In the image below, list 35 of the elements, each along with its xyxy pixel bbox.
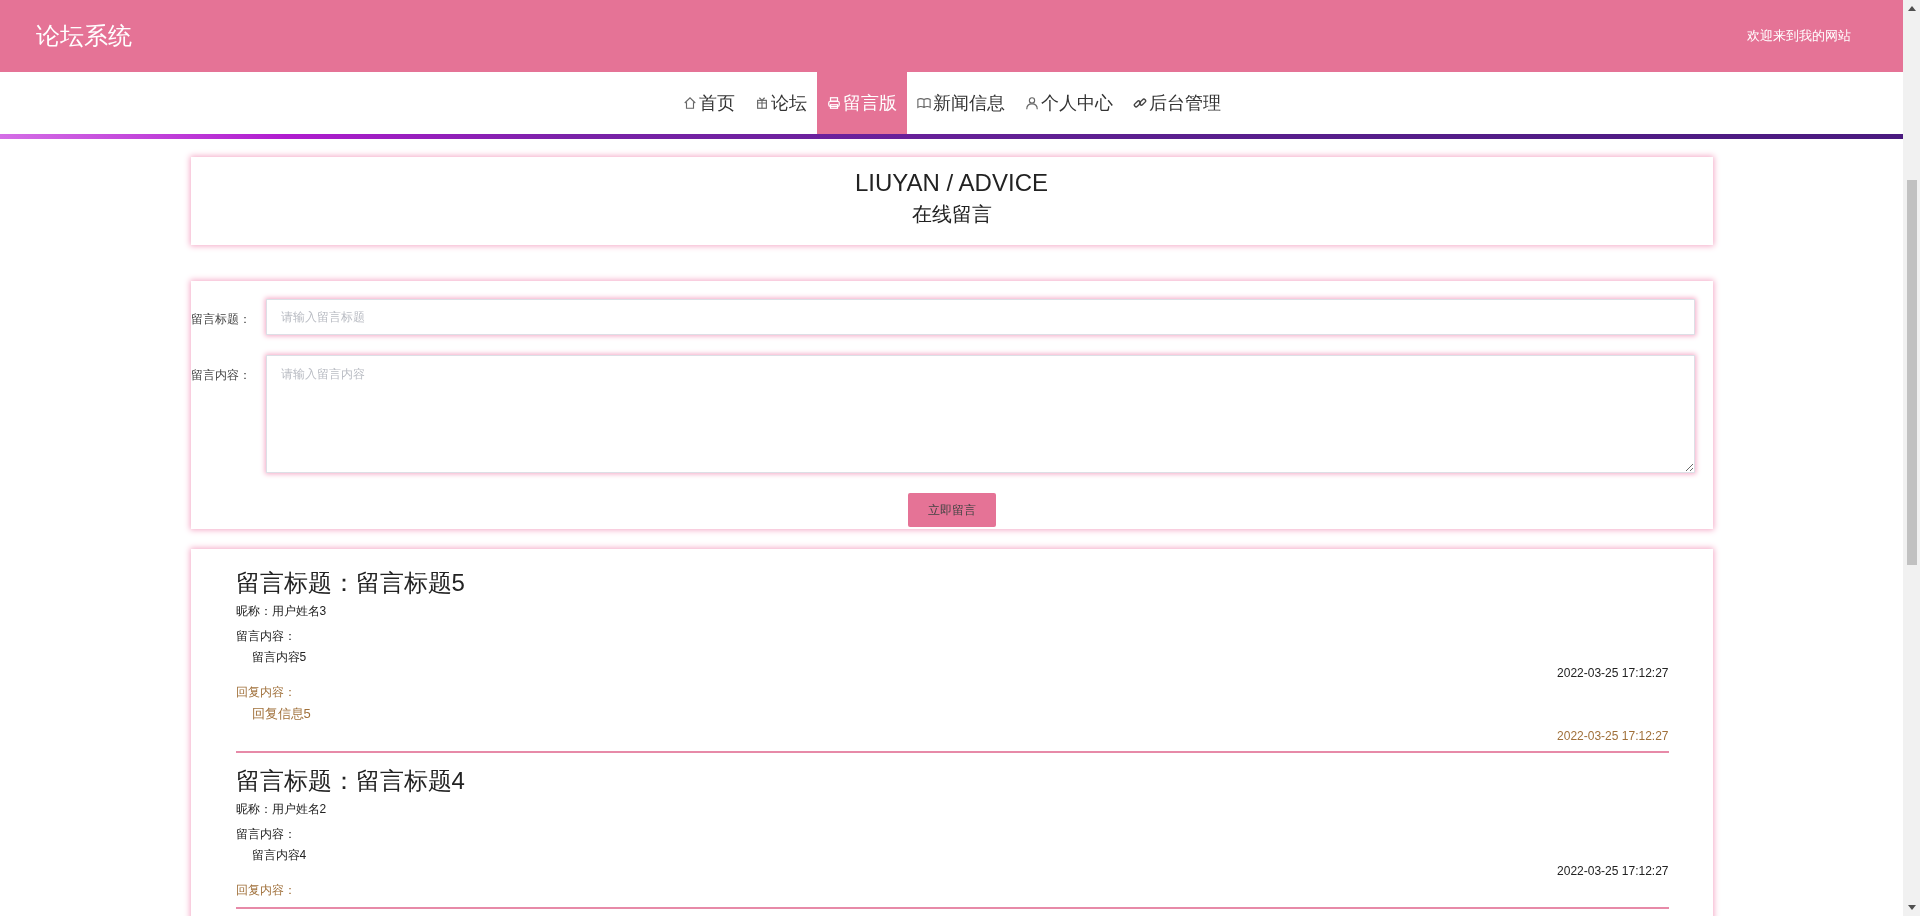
home-icon [682,96,697,110]
content-textarea[interactable]: 请输入留言内容 [265,355,1695,473]
gift-icon [754,96,769,110]
reply-content: 回复信息5 [250,705,312,723]
nav-tab[interactable]: 论坛 [744,72,817,134]
message-title: 留言标题：留言标题5 [235,568,466,598]
nav-tab[interactable]: 新闻信息 [906,72,1015,134]
nickname: 昵称：用户姓名2 [235,801,328,818]
content-label: 留言内容： [235,826,297,843]
reply-time: 2022-03-25 17:12:27 [1557,729,1669,743]
submit-button[interactable]: 立即留言 [907,493,996,527]
banner-subtitle: 在线留言 [911,202,992,227]
reply-label: 回复内容： [235,882,297,899]
field-label: 留言标题： [190,311,252,328]
content-label: 留言内容： [235,628,297,645]
site-title: 论坛系统 [36,21,132,51]
nav-tab[interactable]: 后台管理 [1122,72,1231,134]
scrollbar[interactable] [1903,0,1920,916]
message-title: 留言标题：留言标题4 [235,766,466,796]
nav-tab[interactable]: 首页 [672,72,745,134]
nav-tab[interactable]: 个人中心 [1014,72,1123,134]
message-content: 留言内容4 [250,847,308,864]
banner-title: LIUYAN / ADVICE [855,169,1048,197]
link-icon [1132,96,1147,110]
welcome-text: 欢迎来到我的网站 [1747,27,1851,45]
nickname: 昵称：用户姓名3 [235,603,328,620]
user-icon [1024,96,1039,110]
message-content: 留言内容5 [250,649,308,666]
title-input[interactable]: 请输入留言标题 [265,299,1695,335]
field-label: 留言内容： [190,367,252,384]
printer-icon [826,96,841,110]
message-time: 2022-03-25 17:12:27 [1557,666,1669,680]
reply-label: 回复内容： [235,684,297,701]
message-time: 2022-03-25 17:12:27 [1557,864,1669,878]
book-icon [916,96,931,110]
